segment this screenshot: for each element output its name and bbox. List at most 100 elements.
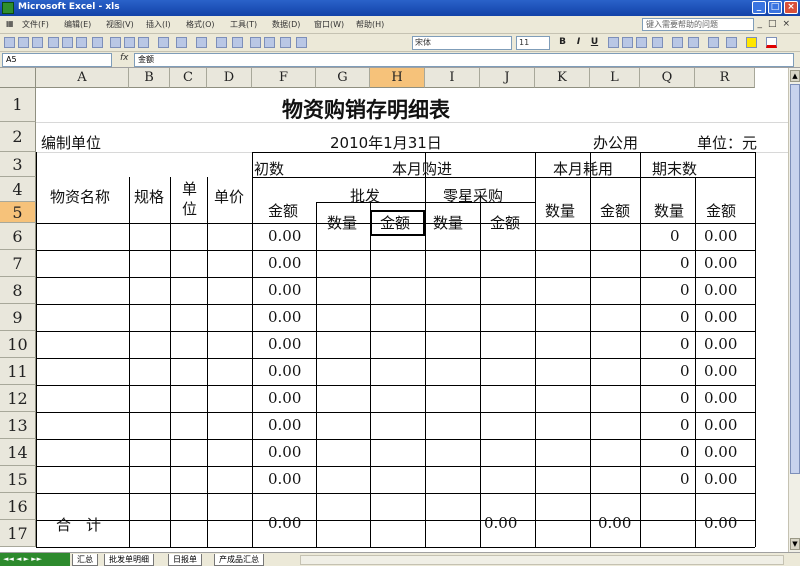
spelling-icon[interactable] <box>92 37 103 48</box>
undo-icon[interactable] <box>176 37 187 48</box>
closing-amount-cell[interactable]: 0.00 <box>704 281 737 299</box>
tab-product-summary[interactable]: 产成品汇总 <box>214 554 264 566</box>
column-header-B[interactable]: B <box>129 68 170 88</box>
select-all-corner[interactable] <box>0 68 36 88</box>
department[interactable]: 办公用 <box>593 132 638 153</box>
merge-center-icon[interactable] <box>652 37 663 48</box>
total-usage-amount[interactable]: 0.00 <box>598 514 631 532</box>
total-label[interactable]: 合 计 <box>56 514 101 535</box>
closing-qty-header[interactable]: 数量 <box>654 200 684 221</box>
total-retail-amount[interactable]: 0.00 <box>484 514 517 532</box>
sort-ascending-icon[interactable] <box>250 37 261 48</box>
row-header-3[interactable]: 3 <box>0 152 36 177</box>
closing-qty-cell[interactable]: 0 <box>680 362 690 380</box>
tab-summary[interactable]: 汇总 <box>72 554 98 566</box>
opening-amount-cell[interactable]: 0.00 <box>268 254 301 272</box>
autosum-icon[interactable] <box>232 37 243 48</box>
row-header-14[interactable]: 14 <box>0 439 36 466</box>
closing-amount-cell[interactable]: 0.00 <box>704 254 737 272</box>
column-header-J[interactable]: J <box>480 68 535 88</box>
align-center-icon[interactable] <box>622 37 633 48</box>
closing-amount-cell[interactable]: 0.00 <box>704 470 737 488</box>
closing-qty-cell[interactable]: 0 <box>680 254 690 272</box>
menu-format[interactable]: 格式(O) <box>186 19 215 30</box>
hyperlink-icon[interactable] <box>216 37 227 48</box>
active-cell-H5[interactable] <box>370 210 425 236</box>
excel-doc-icon[interactable]: ▦ <box>6 19 14 28</box>
wholesale-qty-header[interactable]: 数量 <box>327 212 357 233</box>
font-size-select[interactable]: 11 <box>516 36 550 50</box>
scroll-down-icon[interactable]: ▼ <box>790 538 800 550</box>
font-color-icon[interactable] <box>766 37 777 48</box>
menu-edit[interactable]: 编辑(E) <box>64 19 91 30</box>
closing-amount-cell[interactable]: 0.00 <box>704 416 737 434</box>
row-header-10[interactable]: 10 <box>0 331 36 358</box>
row-header-8[interactable]: 8 <box>0 277 36 304</box>
monthly-usage-header[interactable]: 本月耗用 <box>553 158 613 179</box>
currency-icon[interactable] <box>672 37 683 48</box>
menu-data[interactable]: 数据(D) <box>272 19 300 30</box>
help-search-input[interactable]: 键入需要帮助的问题 <box>642 18 754 31</box>
redo-icon[interactable] <box>196 37 207 48</box>
row-header-11[interactable]: 11 <box>0 358 36 385</box>
closing-qty-cell[interactable]: 0 <box>680 443 690 461</box>
row-header-15[interactable]: 15 <box>0 466 36 493</box>
menu-window[interactable]: 窗口(W) <box>314 19 344 30</box>
format-painter-icon[interactable] <box>158 37 169 48</box>
usage-qty-header[interactable]: 数量 <box>545 200 575 221</box>
unit-header-top[interactable]: 单 <box>182 178 197 199</box>
underline-button[interactable]: U <box>588 36 601 49</box>
menu-insert[interactable]: 插入(I) <box>146 19 171 30</box>
closing-amount-cell[interactable]: 0.00 <box>704 227 737 245</box>
row-header-17[interactable]: 17 <box>0 520 36 547</box>
closing-qty-cell[interactable]: 0 <box>680 416 690 434</box>
total-closing-amount[interactable]: 0.00 <box>704 514 737 532</box>
menu-view[interactable]: 视图(V) <box>106 19 134 30</box>
cut-icon[interactable] <box>110 37 121 48</box>
item-name-header[interactable]: 物资名称 <box>50 186 110 207</box>
price-header[interactable]: 单价 <box>214 186 244 207</box>
open-icon[interactable] <box>18 37 29 48</box>
closing-qty-cell[interactable]: 0 <box>670 227 680 245</box>
row-header-7[interactable]: 7 <box>0 250 36 277</box>
align-right-icon[interactable] <box>636 37 647 48</box>
print-preview-icon[interactable] <box>76 37 87 48</box>
vertical-scrollbar[interactable]: ▲ ▼ <box>788 68 800 552</box>
tab-wholesale-detail[interactable]: 批发单明细 <box>104 554 154 566</box>
column-header-F[interactable]: F <box>252 68 316 88</box>
usage-amount-header[interactable]: 金额 <box>600 200 630 221</box>
opening-amount-cell[interactable]: 0.00 <box>268 281 301 299</box>
closing-amount-cell[interactable]: 0.00 <box>704 443 737 461</box>
column-header-I[interactable]: I <box>425 68 480 88</box>
opening-amount-header[interactable]: 金额 <box>268 200 298 221</box>
retail-qty-header[interactable]: 数量 <box>433 212 463 233</box>
column-header-G[interactable]: G <box>316 68 370 88</box>
closing-amount-cell[interactable]: 0.00 <box>704 362 737 380</box>
closing-balance-header[interactable]: 期末数 <box>652 158 697 179</box>
closing-qty-cell[interactable]: 0 <box>680 389 690 407</box>
opening-amount-cell[interactable]: 0.00 <box>268 416 301 434</box>
column-header-R[interactable]: R <box>695 68 755 88</box>
closing-qty-cell[interactable]: 0 <box>680 335 690 353</box>
opening-amount-cell[interactable]: 0.00 <box>268 308 301 326</box>
row-header-9[interactable]: 9 <box>0 304 36 331</box>
font-name-select[interactable]: 宋体 <box>412 36 512 50</box>
sort-descending-icon[interactable] <box>264 37 275 48</box>
opening-balance-header[interactable]: 初数 <box>254 158 284 179</box>
spec-header[interactable]: 规格 <box>134 186 164 207</box>
italic-button[interactable]: I <box>572 36 585 49</box>
chart-icon[interactable] <box>280 37 291 48</box>
opening-amount-cell[interactable]: 0.00 <box>268 362 301 380</box>
bold-button[interactable]: B <box>556 36 569 49</box>
closing-amount-cell[interactable]: 0.00 <box>704 389 737 407</box>
row-header-1[interactable]: 1 <box>0 88 36 122</box>
minimize-button[interactable]: _ <box>752 1 766 14</box>
report-date[interactable]: 2010年1月31日 <box>330 132 442 153</box>
close-button[interactable]: × <box>784 1 798 14</box>
row-header-16[interactable]: 16 <box>0 493 36 520</box>
retail-purchase-header[interactable]: 零星采购 <box>443 185 503 206</box>
sheet-title[interactable]: 物资购销存明细表 <box>282 94 450 124</box>
unit-header-bottom[interactable]: 位 <box>182 198 197 219</box>
closing-amount-header[interactable]: 金额 <box>706 200 736 221</box>
opening-amount-cell[interactable]: 0.00 <box>268 335 301 353</box>
